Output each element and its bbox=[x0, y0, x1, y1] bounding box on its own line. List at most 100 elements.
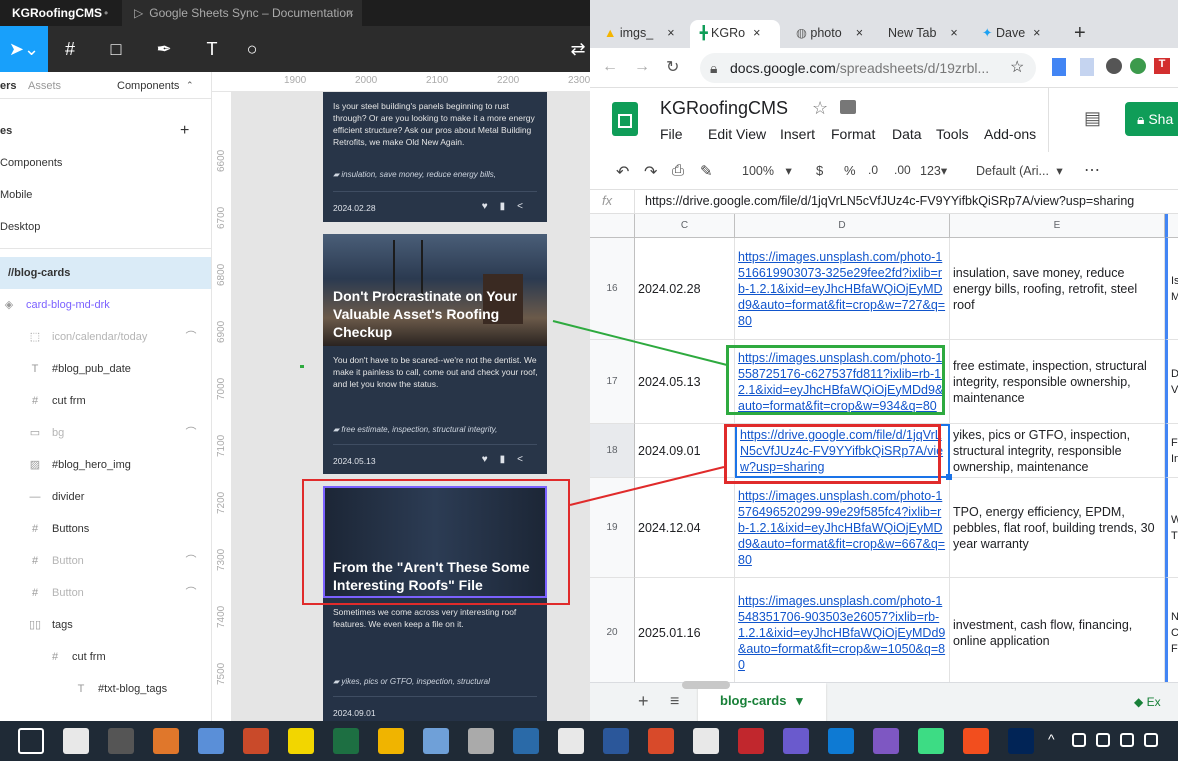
horizontal-scrollbar[interactable] bbox=[682, 681, 730, 689]
menu-item[interactable]: File bbox=[660, 126, 683, 142]
explore-button[interactable]: ◆ Ex bbox=[1134, 695, 1161, 709]
menu-item[interactable]: Add-ons bbox=[984, 126, 1036, 142]
table-cell[interactable]: https://drive.google.com/file/d/1jqVrLN5… bbox=[735, 424, 950, 478]
column-header[interactable] bbox=[1165, 214, 1178, 238]
text-tool-icon[interactable]: T bbox=[200, 37, 224, 61]
more-icon[interactable]: ⋯ bbox=[1084, 160, 1100, 180]
menu-item[interactable]: Format bbox=[831, 126, 875, 142]
table-cell[interactable]: D V bbox=[1165, 340, 1178, 424]
table-cell[interactable]: https://images.unsplash.com/photo-155872… bbox=[735, 340, 950, 424]
table-cell[interactable]: https://images.unsplash.com/photo-151661… bbox=[735, 238, 950, 340]
formula-input[interactable]: https://drive.google.com/file/d/1jqVrLN5… bbox=[645, 194, 1134, 208]
pen-icon[interactable] bbox=[1144, 733, 1158, 747]
layer-item[interactable]: ▨ #blog_hero_img bbox=[0, 449, 211, 481]
table-cell[interactable]: 2024.05.13 bbox=[635, 340, 735, 424]
bookmark-icon[interactable]: ▮ bbox=[500, 454, 518, 465]
calculator-icon[interactable] bbox=[108, 728, 134, 754]
close-icon[interactable]: × bbox=[856, 26, 863, 40]
table-cell[interactable]: F In bbox=[1165, 424, 1178, 478]
sheets-logo-icon[interactable] bbox=[612, 102, 638, 136]
cell-link[interactable]: https://images.unsplash.com/photo-151661… bbox=[738, 249, 946, 329]
tab-layers[interactable]: ers bbox=[0, 80, 17, 92]
frame-tool-icon[interactable]: # bbox=[58, 37, 82, 61]
layer-item[interactable]: # Buttons bbox=[0, 513, 211, 545]
layer-item[interactable]: # Button ⌒ bbox=[0, 545, 211, 577]
increase-decimal-button[interactable]: .00 bbox=[894, 163, 911, 177]
todo-icon[interactable] bbox=[648, 728, 674, 754]
explorer-icon[interactable] bbox=[378, 728, 404, 754]
hidden-eye-icon[interactable]: ⌒ bbox=[184, 417, 198, 449]
page-mobile[interactable]: Mobile bbox=[0, 179, 211, 211]
cell-link[interactable]: https://images.unsplash.com/photo-154835… bbox=[738, 593, 946, 673]
grid-corner[interactable] bbox=[590, 214, 635, 238]
menu-item[interactable]: Insert bbox=[780, 126, 815, 142]
blog-card[interactable]: Don't Procrastinate on Your Valuable Ass… bbox=[323, 234, 547, 474]
layer-item[interactable]: T #blog_pub_date bbox=[0, 353, 211, 385]
menu-item[interactable]: Data bbox=[892, 126, 922, 142]
heart-icon[interactable]: ♥ bbox=[482, 454, 500, 465]
share-icon[interactable]: < bbox=[517, 201, 535, 212]
chrome-tab[interactable]: ◍ photo × bbox=[796, 20, 882, 48]
extension-icon[interactable] bbox=[1130, 58, 1146, 74]
powerpoint-icon[interactable] bbox=[243, 728, 269, 754]
chrome-icon[interactable] bbox=[558, 728, 584, 754]
photos-icon[interactable] bbox=[693, 728, 719, 754]
add-sheet-icon[interactable]: + bbox=[638, 691, 649, 712]
layer-item[interactable]: T #txt-blog_tags bbox=[0, 673, 211, 705]
bookmark-icon[interactable]: ▮ bbox=[500, 201, 518, 212]
layer-item[interactable]: — divider bbox=[0, 481, 211, 513]
page-components[interactable]: Components bbox=[0, 147, 211, 179]
layer-item[interactable]: ⬚ icon/calendar/today ⌒ bbox=[0, 321, 211, 353]
paint-format-icon[interactable]: ✎ bbox=[700, 162, 713, 180]
docs-extension-icon[interactable] bbox=[1052, 58, 1066, 76]
task-view-icon[interactable] bbox=[18, 728, 44, 754]
layer-item[interactable]: # cut frm bbox=[0, 641, 211, 673]
volume-icon[interactable] bbox=[1120, 733, 1134, 747]
row-header[interactable]: 20 bbox=[590, 578, 635, 682]
table-cell[interactable]: yikes, pics or GTFO, inspection, structu… bbox=[950, 424, 1165, 478]
bookmark-star-icon[interactable]: ☆ bbox=[1010, 57, 1024, 77]
close-icon[interactable]: × bbox=[753, 26, 760, 40]
table-cell[interactable]: Is M bbox=[1165, 238, 1178, 340]
page-desktop[interactable]: Desktop bbox=[0, 211, 211, 243]
card-actions[interactable]: ♥▮< bbox=[482, 201, 535, 212]
comment-tool-icon[interactable]: ○ bbox=[240, 37, 264, 61]
url-input[interactable]: 🔒︎ docs.google.com/spreadsheets/d/19zrbl.… bbox=[700, 53, 1036, 83]
print-icon[interactable]: ⎙ bbox=[672, 162, 684, 179]
layer-item[interactable]: # cut frm bbox=[0, 385, 211, 417]
add-page-icon[interactable]: + bbox=[180, 115, 189, 147]
figma-canvas[interactable]: 19002000210022002300240 6600670068006900… bbox=[212, 72, 590, 721]
wifi-icon[interactable] bbox=[1096, 733, 1110, 747]
layer-item[interactable]: ▯▯ tags bbox=[0, 609, 211, 641]
menu-item[interactable]: Tools bbox=[936, 126, 969, 142]
table-cell[interactable]: free estimate, inspection, structural in… bbox=[950, 340, 1165, 424]
reload-icon[interactable]: ↻ bbox=[666, 57, 679, 77]
extension-icon[interactable] bbox=[1080, 58, 1094, 76]
back-icon[interactable]: ← bbox=[602, 58, 618, 76]
tab-components[interactable]: Components bbox=[117, 80, 179, 92]
table-cell[interactable]: insulation, save money, reduce energy bi… bbox=[950, 238, 1165, 340]
word-icon[interactable] bbox=[603, 728, 629, 754]
close-icon[interactable]: × bbox=[1033, 26, 1040, 40]
cell-link[interactable]: https://images.unsplash.com/photo-155872… bbox=[738, 350, 946, 414]
table-cell[interactable]: investment, cash flow, financing, online… bbox=[950, 578, 1165, 682]
layer-item[interactable]: # Button ⌒ bbox=[0, 577, 211, 609]
acrobat-icon[interactable] bbox=[738, 728, 764, 754]
share-icon[interactable]: ⇄ bbox=[566, 37, 590, 61]
cell-link[interactable]: https://drive.google.com/file/d/1jqVrLN5… bbox=[740, 427, 945, 475]
hidden-eye-icon[interactable]: ⌒ bbox=[184, 545, 198, 577]
android-icon[interactable] bbox=[918, 728, 944, 754]
layer-item[interactable]: ▭ bg ⌒ bbox=[0, 417, 211, 449]
close-icon[interactable]: × bbox=[347, 0, 354, 26]
media-icon[interactable] bbox=[153, 728, 179, 754]
chrome-tab[interactable]: New Tab × bbox=[888, 20, 970, 48]
paint-icon[interactable] bbox=[423, 728, 449, 754]
card-actions[interactable]: ♥▮< bbox=[482, 454, 535, 465]
figma-tab-docs[interactable]: ▷ Google Sheets Sync – Documentation × bbox=[122, 0, 362, 26]
table-cell[interactable]: N C F bbox=[1165, 578, 1178, 682]
figma-icon[interactable] bbox=[963, 728, 989, 754]
table-cell[interactable]: 2025.01.16 bbox=[635, 578, 735, 682]
folder-icon[interactable] bbox=[840, 100, 856, 114]
forward-icon[interactable]: → bbox=[634, 58, 650, 76]
decrease-decimal-button[interactable]: .0 bbox=[868, 163, 878, 177]
